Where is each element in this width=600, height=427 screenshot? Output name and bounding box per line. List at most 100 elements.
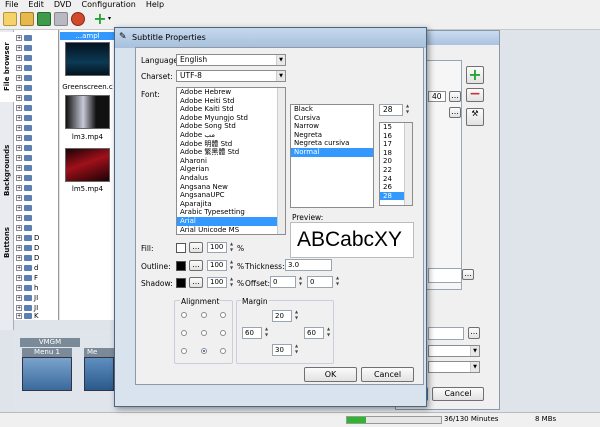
expand-icon[interactable]: + <box>16 235 22 241</box>
font-list-item[interactable]: Arial Unicode MS <box>177 226 285 235</box>
align-top-right-radio[interactable] <box>220 312 226 318</box>
spin-down-icon[interactable]: ▼ <box>334 282 341 286</box>
language-select[interactable]: English ▼ <box>176 54 286 66</box>
add-item-button[interactable]: + <box>466 66 484 84</box>
tree-node[interactable]: + <box>16 134 34 142</box>
outline-opacity-input[interactable]: 100 <box>207 260 227 271</box>
font-size-spin-down-icon[interactable]: ▼ <box>404 110 411 114</box>
tree-node[interactable]: + h <box>16 284 38 292</box>
editor-browse-button[interactable]: ... <box>468 327 480 339</box>
font-list-item[interactable]: Aparajita <box>177 200 285 209</box>
expand-icon[interactable]: + <box>16 145 22 151</box>
editor-browse-button[interactable]: ... <box>462 269 474 280</box>
align-top-center-radio[interactable] <box>201 312 207 318</box>
video-thumbnail[interactable] <box>65 148 110 182</box>
editor-combo[interactable]: ▼ <box>428 345 480 357</box>
align-middle-left-radio[interactable] <box>181 330 187 336</box>
fill-opacity-input[interactable]: 100 <box>207 242 227 253</box>
tree-node[interactable]: + D <box>16 254 39 262</box>
expand-icon[interactable]: + <box>16 215 22 221</box>
expand-icon[interactable]: + <box>16 265 22 271</box>
tree-node[interactable]: + <box>16 154 34 162</box>
thickness-input[interactable]: 3.0 <box>285 259 332 271</box>
add-icon[interactable]: + <box>93 11 107 27</box>
size-list-scrollbar[interactable] <box>404 123 412 205</box>
align-middle-center-radio[interactable] <box>201 330 207 336</box>
editor-field[interactable] <box>428 268 462 283</box>
font-list-item[interactable]: Adobe Hebrew <box>177 88 285 97</box>
expand-icon[interactable]: + <box>16 195 22 201</box>
expand-icon[interactable]: + <box>16 185 22 191</box>
font-list-item[interactable]: Adobe 繁黑體 Std <box>177 148 285 157</box>
spin-up-icon[interactable]: ▲ <box>293 344 300 348</box>
font-list-item[interactable]: Aharoni <box>177 157 285 166</box>
margin-bottom-input[interactable]: 30 <box>272 344 292 356</box>
offset-x-input[interactable]: 0 <box>270 276 296 288</box>
editor-field[interactable] <box>428 327 464 340</box>
tree-node[interactable]: + <box>16 144 34 152</box>
style-list-item[interactable]: Negreta <box>291 131 373 140</box>
font-list-item[interactable]: Adobe Kaiti Std <box>177 105 285 114</box>
font-size-input[interactable]: 28 <box>379 104 403 116</box>
tree-node[interactable]: + <box>16 64 34 72</box>
font-list-item[interactable]: Adobe 明體 Std <box>177 140 285 149</box>
spin-down-icon[interactable]: ▼ <box>297 282 304 286</box>
expand-icon[interactable]: + <box>16 135 22 141</box>
spin-up-icon[interactable]: ▲ <box>325 327 332 331</box>
menu-file[interactable]: File <box>0 0 23 10</box>
burn-icon[interactable] <box>71 12 85 26</box>
tab-backgrounds[interactable]: Backgrounds <box>0 140 14 200</box>
style-list-item[interactable]: Black <box>291 105 373 114</box>
font-list-item[interactable]: Adobe Myungjo Std <box>177 114 285 123</box>
expand-icon[interactable]: + <box>16 245 22 251</box>
expand-icon[interactable]: + <box>16 75 22 81</box>
expand-icon[interactable]: + <box>16 35 22 41</box>
font-list[interactable]: Adobe Hebrew Adobe Heiti Std Adobe Kaiti… <box>176 87 286 235</box>
font-list-item[interactable]: Arabic Typesetting <box>177 208 285 217</box>
editor-browse-button[interactable]: ... <box>449 107 461 118</box>
tree-node[interactable]: + <box>16 54 34 62</box>
expand-icon[interactable]: + <box>16 285 22 291</box>
save-icon[interactable] <box>37 12 51 26</box>
expand-icon[interactable]: + <box>16 125 22 131</box>
cancel-button[interactable]: Cancel <box>361 367 414 382</box>
spin-down-icon[interactable]: ▼ <box>228 283 235 287</box>
tree-node[interactable]: + <box>16 194 34 202</box>
outline-color-button[interactable]: ... <box>189 260 203 271</box>
spin-down-icon[interactable]: ▼ <box>263 333 270 337</box>
remove-item-button[interactable]: − <box>466 87 484 102</box>
expand-icon[interactable]: + <box>16 85 22 91</box>
edit-item-button[interactable]: ⚒ <box>466 108 484 126</box>
font-list-item[interactable]: Angsana New <box>177 183 285 192</box>
spin-down-icon[interactable]: ▼ <box>293 316 300 320</box>
style-list-item[interactable]: Narrow <box>291 122 373 131</box>
tree-node[interactable]: + d <box>16 264 38 272</box>
thumbnail-caption[interactable]: ...ampl <box>60 32 115 40</box>
shadow-color-swatch[interactable] <box>176 278 186 288</box>
tree-node[interactable]: + <box>16 124 34 132</box>
font-list-item[interactable]: Algerian <box>177 165 285 174</box>
charset-select[interactable]: UTF-8 ▼ <box>176 70 286 82</box>
spin-up-icon[interactable]: ▲ <box>228 242 235 246</box>
expand-icon[interactable]: + <box>16 205 22 211</box>
tree-node[interactable]: + <box>16 114 34 122</box>
expand-icon[interactable]: + <box>16 305 22 311</box>
menu1-thumbnail[interactable] <box>22 357 72 391</box>
spin-down-icon[interactable]: ▼ <box>293 350 300 354</box>
expand-icon[interactable]: + <box>16 275 22 281</box>
expand-icon[interactable]: + <box>16 175 22 181</box>
ok-button[interactable]: OK <box>304 367 357 382</box>
tree-node[interactable]: + <box>16 74 34 82</box>
tree-node[interactable]: + <box>16 174 34 182</box>
font-list-item[interactable]: Adobe Song Std <box>177 122 285 131</box>
font-list-item[interactable]: Adobe Heiti Std <box>177 97 285 106</box>
expand-icon[interactable]: + <box>16 55 22 61</box>
font-list-item[interactable]: AngsanaUPC <box>177 191 285 200</box>
style-list-item[interactable]: Negreta cursiva <box>291 139 373 148</box>
spin-down-icon[interactable]: ▼ <box>228 248 235 252</box>
tree-node[interactable]: + <box>16 84 34 92</box>
settings-icon[interactable] <box>54 12 68 26</box>
style-list-item[interactable]: Cursiva <box>291 114 373 123</box>
spin-up-icon[interactable]: ▲ <box>297 276 304 280</box>
spin-up-icon[interactable]: ▲ <box>293 310 300 314</box>
